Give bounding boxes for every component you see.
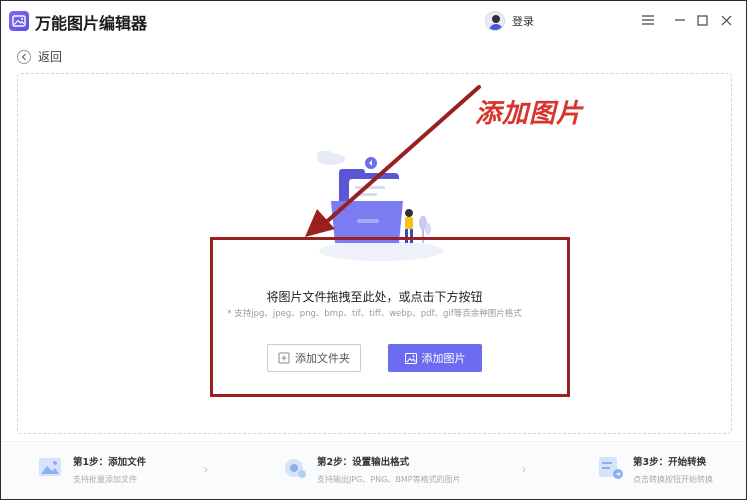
add-folder-button[interactable]: 添加文件夹 xyxy=(267,344,361,372)
step-3-title: 第3步：开始转换 xyxy=(633,457,707,468)
step-3: 第3步：开始转换 点击转换按钮开始转换 xyxy=(597,454,713,485)
gear-icon xyxy=(281,454,309,482)
app-window: 万能图片编辑器 登录 返回 添加图片 将图片文件拖拽至此处，或点击下方按钮 * … xyxy=(0,0,747,500)
step-1-title: 第1步：添加文件 xyxy=(73,457,147,468)
step-2-title: 第2步：设置输出格式 xyxy=(317,457,410,468)
chevron-right-icon: › xyxy=(521,462,527,478)
supported-formats: * 支持jpg、jpeg、png、bmp、tif、tiff、webp、pdf、g… xyxy=(227,309,522,319)
step-2: 第2步：设置输出格式 支持输出JPG、PNG、BMP等格式的图片 xyxy=(281,454,461,485)
add-folder-label: 添加文件夹 xyxy=(295,352,350,365)
step-1: 第1步：添加文件 支持批量添加文件 xyxy=(37,454,146,485)
annotation-label: 添加图片 xyxy=(475,99,584,129)
step-3-desc: 点击转换按钮开始转换 xyxy=(633,475,713,484)
chevron-right-icon: › xyxy=(203,462,209,478)
folder-plus-icon xyxy=(278,352,290,364)
image-upload-icon xyxy=(37,454,65,482)
step-2-desc: 支持输出JPG、PNG、BMP等格式的图片 xyxy=(317,475,461,484)
add-image-button[interactable]: 添加图片 xyxy=(388,344,482,372)
steps-bar: 第1步：添加文件 支持批量添加文件 › 第2步：设置输出格式 支持输出JPG、P… xyxy=(1,441,746,499)
step-1-desc: 支持批量添加文件 xyxy=(73,475,137,484)
image-icon xyxy=(404,352,417,364)
drop-zone-title: 将图片文件拖拽至此处，或点击下方按钮 xyxy=(266,290,483,304)
add-image-label: 添加图片 xyxy=(421,352,466,365)
convert-icon xyxy=(597,454,625,482)
